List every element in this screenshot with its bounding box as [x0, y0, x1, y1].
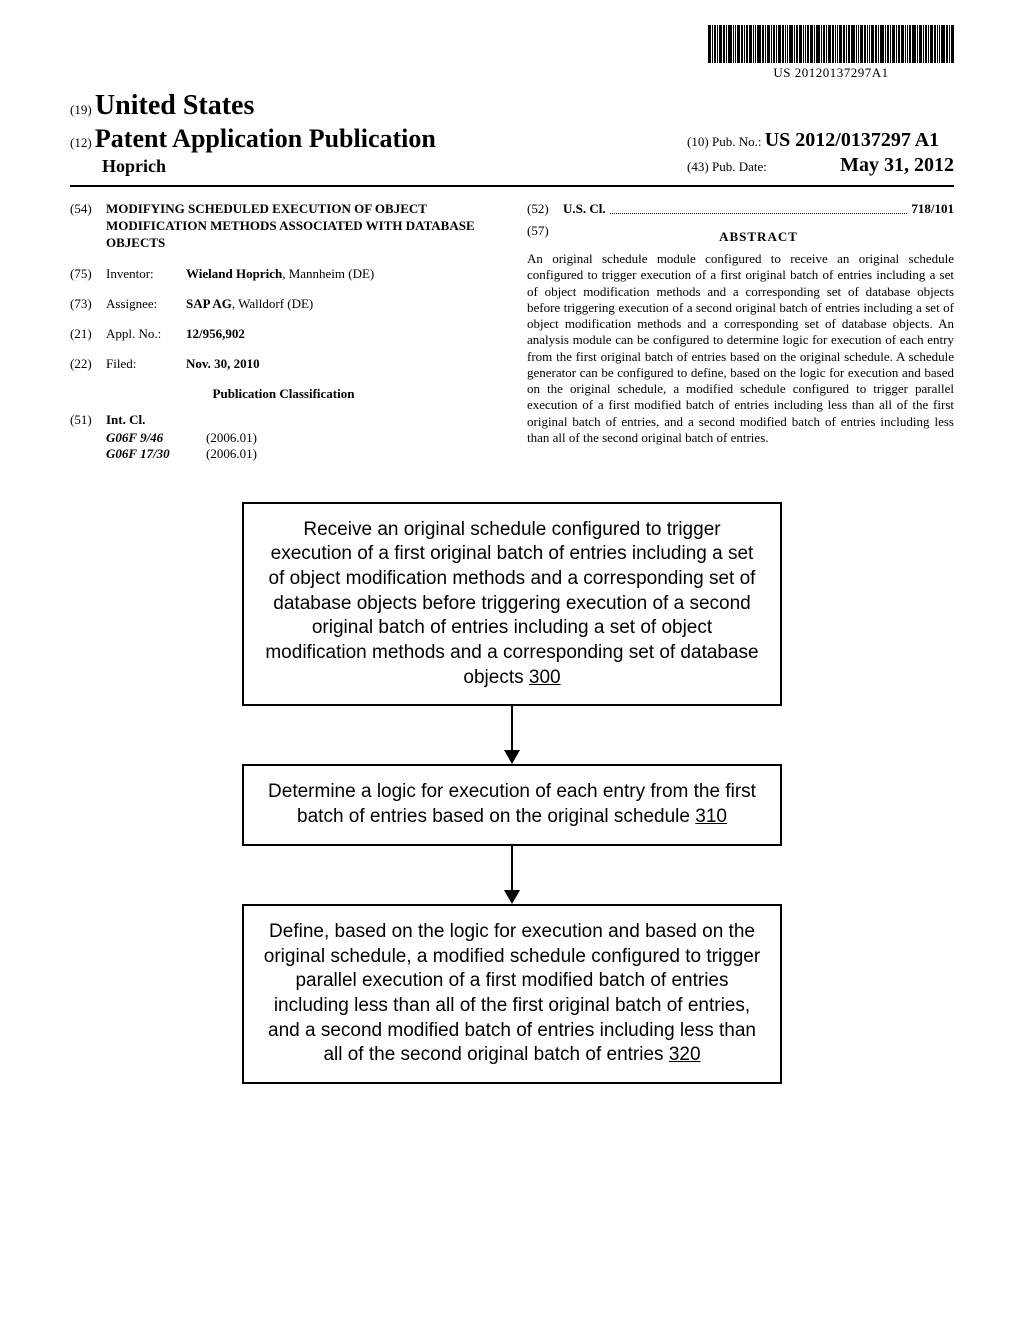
classification-heading: Publication Classification: [70, 386, 497, 402]
abstract-heading: ABSTRACT: [563, 229, 954, 245]
assignee-loc: , Walldorf (DE): [232, 296, 313, 311]
code-75: (75): [70, 266, 106, 282]
intcl-ver: (2006.01): [206, 430, 306, 446]
flow-ref: 320: [669, 1044, 701, 1065]
flow-text: Receive an original schedule configured …: [265, 519, 758, 688]
inventor-name: Wieland Hoprich: [186, 266, 282, 281]
pubno-label: Pub. No.:: [712, 134, 761, 149]
code-12: (12): [70, 135, 92, 150]
filed-label: Filed:: [106, 356, 186, 372]
leader-dots: [610, 201, 908, 214]
applno-label: Appl. No.:: [106, 326, 186, 342]
code-43: (43): [687, 159, 709, 174]
flowchart: Receive an original schedule configured …: [70, 502, 954, 1084]
barcode-text: US 20120137297A1: [708, 65, 954, 81]
right-column: (52) U.S. Cl. 718/101 (57) ABSTRACT An o…: [527, 201, 954, 462]
assignee-label: Assignee:: [106, 296, 186, 312]
assignee-name: SAP AG: [186, 296, 232, 311]
intcl-label: Int. Cl.: [106, 412, 145, 427]
header: (19) United States (12) Patent Applicati…: [70, 90, 954, 177]
author-name: Hoprich: [102, 156, 436, 177]
code-10: (10): [687, 134, 709, 149]
code-22: (22): [70, 356, 106, 372]
inventor-loc: , Mannheim (DE): [282, 266, 374, 281]
doc-type: Patent Application Publication: [95, 124, 436, 153]
intcl-ver: (2006.01): [206, 446, 306, 462]
code-21: (21): [70, 326, 106, 342]
code-54: (54): [70, 201, 106, 252]
flow-box-320: Define, based on the logic for execution…: [242, 904, 782, 1084]
code-73: (73): [70, 296, 106, 312]
arrow-icon: [511, 846, 513, 904]
uscl-label: U.S. Cl.: [563, 201, 606, 216]
flow-ref: 300: [529, 667, 561, 688]
barcode-block: US 20120137297A1: [708, 25, 954, 81]
filed-date: Nov. 30, 2010: [186, 356, 260, 371]
flow-box-310: Determine a logic for execution of each …: [242, 764, 782, 845]
intcl-table: G06F 9/46 (2006.01) G06F 17/30 (2006.01): [106, 430, 497, 462]
code-19: (19): [70, 102, 92, 117]
code-52: (52): [527, 201, 563, 217]
flow-box-300: Receive an original schedule configured …: [242, 502, 782, 707]
pubdate: May 31, 2012: [840, 154, 954, 176]
code-57: (57): [527, 223, 563, 251]
left-column: (54) MODIFYING SCHEDULED EXECUTION OF OB…: [70, 201, 497, 462]
invention-title: MODIFYING SCHEDULED EXECUTION OF OBJECT …: [106, 201, 497, 252]
code-51: (51): [70, 412, 106, 428]
intcl-code: G06F 17/30: [106, 446, 206, 462]
uscl-value: 718/101: [911, 201, 954, 216]
pubdate-label: Pub. Date:: [712, 159, 767, 174]
arrow-icon: [511, 706, 513, 764]
flow-ref: 310: [695, 806, 727, 827]
flow-text: Determine a logic for execution of each …: [268, 781, 756, 827]
barcode: [708, 25, 954, 63]
abstract-text: An original schedule module configured t…: [527, 251, 954, 446]
pubno: US 2012/0137297 A1: [765, 129, 939, 151]
intcl-code: G06F 9/46: [106, 430, 206, 446]
divider: [70, 185, 954, 187]
inventor-label: Inventor:: [106, 266, 186, 282]
country: United States: [95, 90, 254, 121]
applno: 12/956,902: [186, 326, 245, 341]
